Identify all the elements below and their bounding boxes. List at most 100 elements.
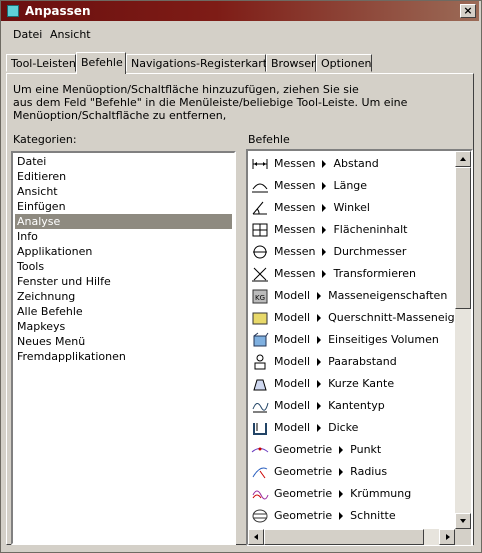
command-group: Modell bbox=[274, 421, 311, 434]
command-group: Geometrie bbox=[274, 443, 333, 456]
command-item[interactable]: Geometrie Krümmung bbox=[251, 483, 455, 505]
measure-length-icon bbox=[251, 177, 269, 195]
command-group: Modell bbox=[274, 289, 311, 302]
measure-angle-icon bbox=[251, 199, 269, 217]
submenu-arrow-icon bbox=[317, 358, 322, 366]
command-name: Schnitte bbox=[350, 509, 396, 522]
submenu-arrow-icon bbox=[317, 314, 322, 322]
tab-optionen[interactable]: Optionen bbox=[316, 54, 372, 72]
submenu-arrow-icon bbox=[339, 512, 344, 520]
submenu-arrow-icon bbox=[322, 226, 327, 234]
category-item[interactable]: Fenster und Hilfe bbox=[15, 274, 232, 289]
category-item[interactable]: Analyse bbox=[15, 214, 232, 229]
command-item[interactable]: Messen Flächeninhalt bbox=[251, 219, 455, 241]
command-item[interactable]: Modell Einseitiges Volumen bbox=[251, 329, 455, 351]
category-item[interactable]: Tools bbox=[15, 259, 232, 274]
measure-area-icon bbox=[251, 221, 269, 239]
command-name: Kantentyp bbox=[328, 399, 385, 412]
command-item[interactable]: Modell Querschnitt-Masseneigensch bbox=[251, 307, 455, 329]
categories-list[interactable]: Datei Editieren Ansicht Einfügen Analyse Info… bbox=[11, 151, 236, 545]
category-item[interactable]: Ansicht bbox=[15, 184, 232, 199]
tab-befehle[interactable]: Befehle bbox=[76, 52, 126, 74]
command-group: Messen bbox=[274, 179, 316, 192]
command-group: Modell bbox=[274, 399, 311, 412]
command-item[interactable]: Messen Durchmesser bbox=[251, 241, 455, 263]
command-item[interactable]: Messen Länge bbox=[251, 175, 455, 197]
submenu-arrow-icon bbox=[317, 380, 322, 388]
command-name: Länge bbox=[333, 179, 368, 192]
command-group: Modell bbox=[274, 333, 311, 346]
commands-horizontal-scrollbar[interactable] bbox=[248, 529, 455, 545]
commands-vertical-scrollbar[interactable] bbox=[455, 151, 471, 529]
svg-text:KG: KG bbox=[255, 294, 265, 302]
command-item[interactable]: Modell Paarabstand bbox=[251, 351, 455, 373]
left-arrow-icon bbox=[254, 534, 258, 540]
category-item[interactable]: Editieren bbox=[15, 169, 232, 184]
category-item[interactable]: Neues Menü bbox=[15, 334, 232, 349]
thickness-icon bbox=[251, 419, 269, 437]
command-item[interactable]: Modell Kurze Kante bbox=[251, 373, 455, 395]
command-group: Messen bbox=[274, 267, 316, 280]
command-group: Modell bbox=[274, 311, 311, 324]
submenu-arrow-icon bbox=[317, 424, 322, 432]
edge-type-icon bbox=[251, 397, 269, 415]
measure-transform-icon bbox=[251, 265, 269, 283]
command-name: Paarabstand bbox=[328, 355, 397, 368]
category-item[interactable]: Mapkeys bbox=[15, 319, 232, 334]
submenu-arrow-icon bbox=[317, 292, 322, 300]
submenu-arrow-icon bbox=[339, 468, 344, 476]
scroll-down-button[interactable] bbox=[455, 513, 471, 529]
submenu-arrow-icon bbox=[339, 490, 344, 498]
scroll-right-button[interactable] bbox=[439, 529, 455, 545]
submenu-arrow-icon bbox=[322, 160, 327, 168]
geometry-point-icon bbox=[251, 441, 269, 459]
title-bar[interactable]: Anpassen × bbox=[1, 1, 479, 21]
app-icon bbox=[7, 5, 19, 17]
geometry-sections-icon bbox=[251, 507, 269, 525]
command-item[interactable]: Messen Transformieren bbox=[251, 263, 455, 285]
command-item[interactable]: Messen Winkel bbox=[251, 197, 455, 219]
command-item[interactable]: Modell Kantentyp bbox=[251, 395, 455, 417]
command-item[interactable]: Geometrie Punkt bbox=[251, 439, 455, 461]
command-group: Messen bbox=[274, 223, 316, 236]
command-item[interactable]: Geometrie Schnitte bbox=[251, 505, 455, 527]
scroll-thumb[interactable] bbox=[455, 167, 471, 309]
category-item[interactable]: Info bbox=[15, 229, 232, 244]
category-item[interactable]: Alle Befehle bbox=[15, 304, 232, 319]
command-name: Winkel bbox=[333, 201, 370, 214]
command-item[interactable]: Modell Dicke bbox=[251, 417, 455, 439]
scroll-left-button[interactable] bbox=[248, 529, 264, 545]
tab-browser[interactable]: Browser bbox=[266, 54, 316, 72]
submenu-arrow-icon bbox=[322, 270, 327, 278]
tab-tool-leisten[interactable]: Tool-Leisten bbox=[6, 54, 76, 72]
command-item[interactable]: KG Modell Masseneigenschaften bbox=[251, 285, 455, 307]
submenu-arrow-icon bbox=[317, 336, 322, 344]
geometry-radius-icon bbox=[251, 463, 269, 481]
close-button[interactable]: × bbox=[460, 4, 476, 18]
measure-diameter-icon bbox=[251, 243, 269, 261]
category-item[interactable]: Applikationen bbox=[15, 244, 232, 259]
command-name: Transformieren bbox=[333, 267, 417, 280]
geometry-curvature-icon bbox=[251, 485, 269, 503]
commands-list[interactable]: Messen Abstand Messen Länge Messen Winkel Mess… bbox=[246, 149, 473, 546]
command-item[interactable]: Messen Abstand bbox=[251, 153, 455, 175]
commands-label: Befehle bbox=[248, 133, 290, 146]
hscroll-thumb[interactable] bbox=[264, 529, 424, 545]
measure-distance-icon bbox=[251, 155, 269, 173]
submenu-arrow-icon bbox=[339, 446, 344, 454]
submenu-arrow-icon bbox=[322, 204, 327, 212]
command-item[interactable]: Geometrie Radius bbox=[251, 461, 455, 483]
category-item[interactable]: Zeichnung bbox=[15, 289, 232, 304]
command-name: Flächeninhalt bbox=[333, 223, 408, 236]
tab-navigations-registerkarten[interactable]: Navigations-Registerkarten bbox=[126, 54, 281, 72]
category-item[interactable]: Datei bbox=[15, 154, 232, 169]
menu-bar: Datei Ansicht bbox=[1, 24, 479, 44]
category-item[interactable]: Einfügen bbox=[15, 199, 232, 214]
category-item[interactable]: Fremdapplikationen bbox=[15, 349, 232, 364]
cross-section-mass-icon bbox=[251, 309, 269, 327]
command-name: Einseitiges Volumen bbox=[328, 333, 439, 346]
menu-datei[interactable]: Datei bbox=[13, 28, 42, 41]
command-name: Abstand bbox=[333, 157, 379, 170]
menu-ansicht[interactable]: Ansicht bbox=[50, 28, 91, 41]
scroll-up-button[interactable] bbox=[455, 151, 471, 167]
